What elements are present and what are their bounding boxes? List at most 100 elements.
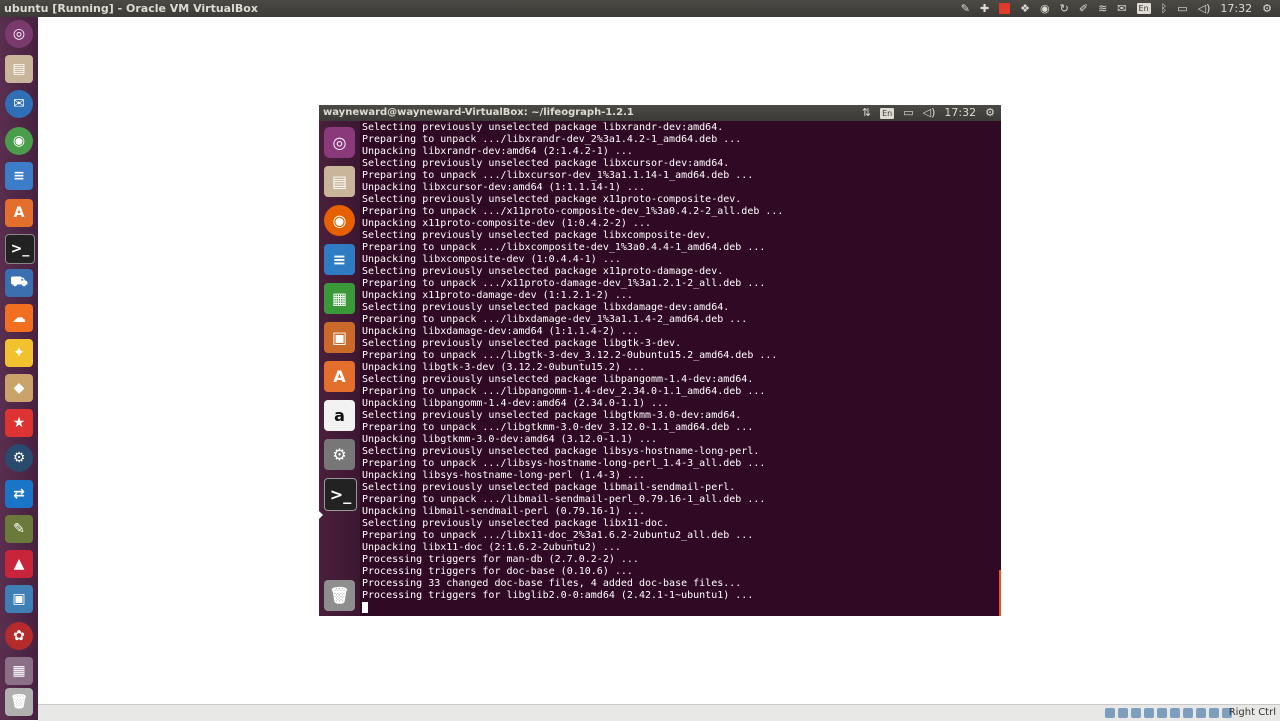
guest-launcher: ◎ ▤ ◉ ≡ ▦ ▣ A a ⚙ >_ 🗑 [319,121,360,616]
red-square-icon[interactable] [999,3,1011,14]
terminal-window-title: wayneward@wayneward-VirtualBox: ~/lifeog… [323,107,634,118]
gear-icon[interactable]: ⚙ [1262,0,1272,17]
car-icon[interactable]: ⛟ [5,269,33,297]
terminal-output[interactable]: Selecting previously unselected package … [360,121,1001,616]
display-icon[interactable] [1183,708,1193,718]
system-settings-icon[interactable]: ⚙ [324,439,355,470]
wifi-icon[interactable]: ≋ [1098,0,1107,17]
terminal-line: Preparing to unpack .../libgtkmm-3.0-dev… [362,422,754,433]
audio-icon[interactable] [1131,708,1141,718]
terminal-line: Selecting previously unselected package … [362,410,742,421]
terminal-line: Processing triggers for doc-base (0.10.6… [362,566,633,577]
writer-icon[interactable]: ≡ [324,244,355,275]
files-icon[interactable]: ▤ [5,55,33,83]
terminal-line: Preparing to unpack .../libxdamage-dev_1… [362,314,748,325]
host-key-label: Right Ctrl [1228,707,1276,718]
terminal-icon[interactable]: >_ [5,234,35,264]
network-icon[interactable] [1144,708,1154,718]
impress-icon[interactable]: ▣ [324,322,355,353]
hard-disk-icon[interactable] [1105,708,1115,718]
guest-clock[interactable]: 17:32 [944,105,976,121]
volume-icon[interactable]: ◁) [923,105,936,121]
terminal-line: Preparing to unpack .../x11proto-composi… [362,206,784,217]
network-icon[interactable]: ⇅ [862,105,871,121]
software-center-icon[interactable]: A [324,361,355,392]
firefox-icon[interactable]: ◉ [324,205,355,236]
chrome-icon[interactable]: ◉ [5,127,33,155]
amazon-icon[interactable]: a [324,400,355,431]
capture-icon[interactable] [1196,708,1206,718]
status-icons [1105,708,1232,718]
sync-icon[interactable]: ✚ [980,0,989,17]
terminal-line: Selecting previously unselected package … [362,338,682,349]
files-icon[interactable]: ▤ [324,166,355,197]
refresh-icon[interactable]: ↻ [1060,0,1069,17]
trash-icon[interactable]: 🗑 [5,688,33,716]
bluetooth-icon[interactable]: ᛒ [1161,0,1168,17]
terminal-line: Selecting previously unselected package … [362,518,670,529]
terminal-line: Selecting previously unselected package … [362,374,754,385]
guest-top-panel: wayneward@wayneward-VirtualBox: ~/lifeog… [319,105,1001,121]
inkscape-icon[interactable]: ▲ [5,550,33,578]
terminal-line: Unpacking libmail-sendmail-perl (0.79.16… [362,506,645,517]
guest-keyboard-indicator[interactable]: En [880,107,895,119]
terminal-line: Processing 33 changed doc-base files, 4 … [362,578,742,589]
pencil-icon[interactable]: ✎ [5,515,33,543]
terminal-line: Selecting previously unselected package … [362,194,742,205]
terminal-line: Unpacking x11proto-damage-dev (1:1.2.1-2… [362,290,633,301]
terminal-line: Unpacking libsys-hostname-long-perl (1.4… [362,470,645,481]
terminal-line: Preparing to unpack .../libsys-hostname-… [362,458,766,469]
host-top-panel: ubuntu [Running] - Oracle VM VirtualBox … [0,0,1280,17]
terminal-line: Unpacking libxcomposite-dev (1:0.4.4-1) … [362,254,621,265]
terminal-line: Preparing to unpack .../libxcursor-dev_1… [362,170,754,181]
ubuntu-dash-icon[interactable]: ◎ [324,127,355,158]
dropbox-icon[interactable]: ❖ [1020,0,1030,17]
reminder-icon[interactable]: ★ [5,409,33,437]
terminal-line: Unpacking libxrandr-dev:amd64 (2:1.4.2-1… [362,146,633,157]
scribus-icon[interactable]: ✿ [5,622,33,650]
mouse-integration-icon[interactable] [1209,708,1219,718]
steam-icon[interactable]: ⚙ [5,444,33,472]
shared-folders-icon[interactable] [1170,708,1180,718]
teamviewer-icon[interactable]: ⇄ [5,480,33,508]
idea-icon[interactable]: ✦ [5,339,33,367]
soundcloud-icon[interactable]: ☁ [5,304,33,332]
battery-icon[interactable]: ▭ [903,105,913,121]
terminal-line: Unpacking libgtkmm-3.0-dev:amd64 (3.12.0… [362,434,658,445]
battery-icon[interactable]: ▭ [1177,0,1187,17]
terminal-icon[interactable]: >_ [324,478,357,511]
software-center-icon[interactable]: A [5,199,33,227]
clock[interactable]: 17:32 [1220,0,1252,17]
ubuntu-dash-icon[interactable]: ◎ [5,20,33,48]
terminal-line: Processing triggers for libglib2.0-0:amd… [362,590,754,601]
optical-drive-icon[interactable] [1118,708,1128,718]
thunderbird-icon[interactable]: ✉ [5,90,33,118]
vm-display[interactable]: wayneward@wayneward-VirtualBox: ~/lifeog… [319,105,1001,616]
terminal-line: Unpacking libgtk-3-dev (3.12.2-0ubuntu15… [362,362,645,373]
terminal-cursor [362,602,368,613]
terminal-prompt-line [362,602,783,614]
host-launcher: ◎ ▤ ✉ ◉ ≡ A >_ ⛟ ☁ ✦ ◆ ★ ⚙ ⇄ ✎ ▲ ▣ ✿ ▦ 🗑 [0,17,38,720]
guest-gear-icon[interactable]: ⚙ [985,105,995,121]
calc-icon[interactable]: ▦ [324,283,355,314]
edit-icon[interactable]: ✎ [961,0,970,17]
trash-icon[interactable]: 🗑 [324,580,355,611]
keyboard-indicator[interactable]: En [1136,3,1151,14]
terminal-line: Selecting previously unselected package … [362,158,730,169]
writer-icon[interactable]: ≡ [5,162,33,190]
terminal-line: Unpacking libx11-doc (2:1.6.2-2ubuntu2) … [362,542,621,553]
volume-icon[interactable]: ◁) [1198,0,1211,17]
terminal-line: Preparing to unpack .../x11proto-damage-… [362,278,766,289]
terminal-line: Preparing to unpack .../libgtk-3-dev_3.1… [362,350,778,361]
usb-icon[interactable] [1157,708,1167,718]
terminal-line: Selecting previously unselected package … [362,446,760,457]
terminal-line: Selecting previously unselected package … [362,122,724,133]
chrome-icon[interactable]: ◉ [1040,0,1050,17]
atlas-icon[interactable]: ◆ [5,374,33,402]
terminal-line: Preparing to unpack .../libmail-sendmail… [362,494,766,505]
mail-icon[interactable]: ✉ [1117,0,1126,17]
pen-icon[interactable]: ✐ [1079,0,1088,17]
workspace-switcher-icon[interactable]: ▦ [5,657,33,685]
terminal-line: Unpacking libxcursor-dev:amd64 (1:1.1.14… [362,182,645,193]
virtualbox-icon[interactable]: ▣ [5,585,33,613]
